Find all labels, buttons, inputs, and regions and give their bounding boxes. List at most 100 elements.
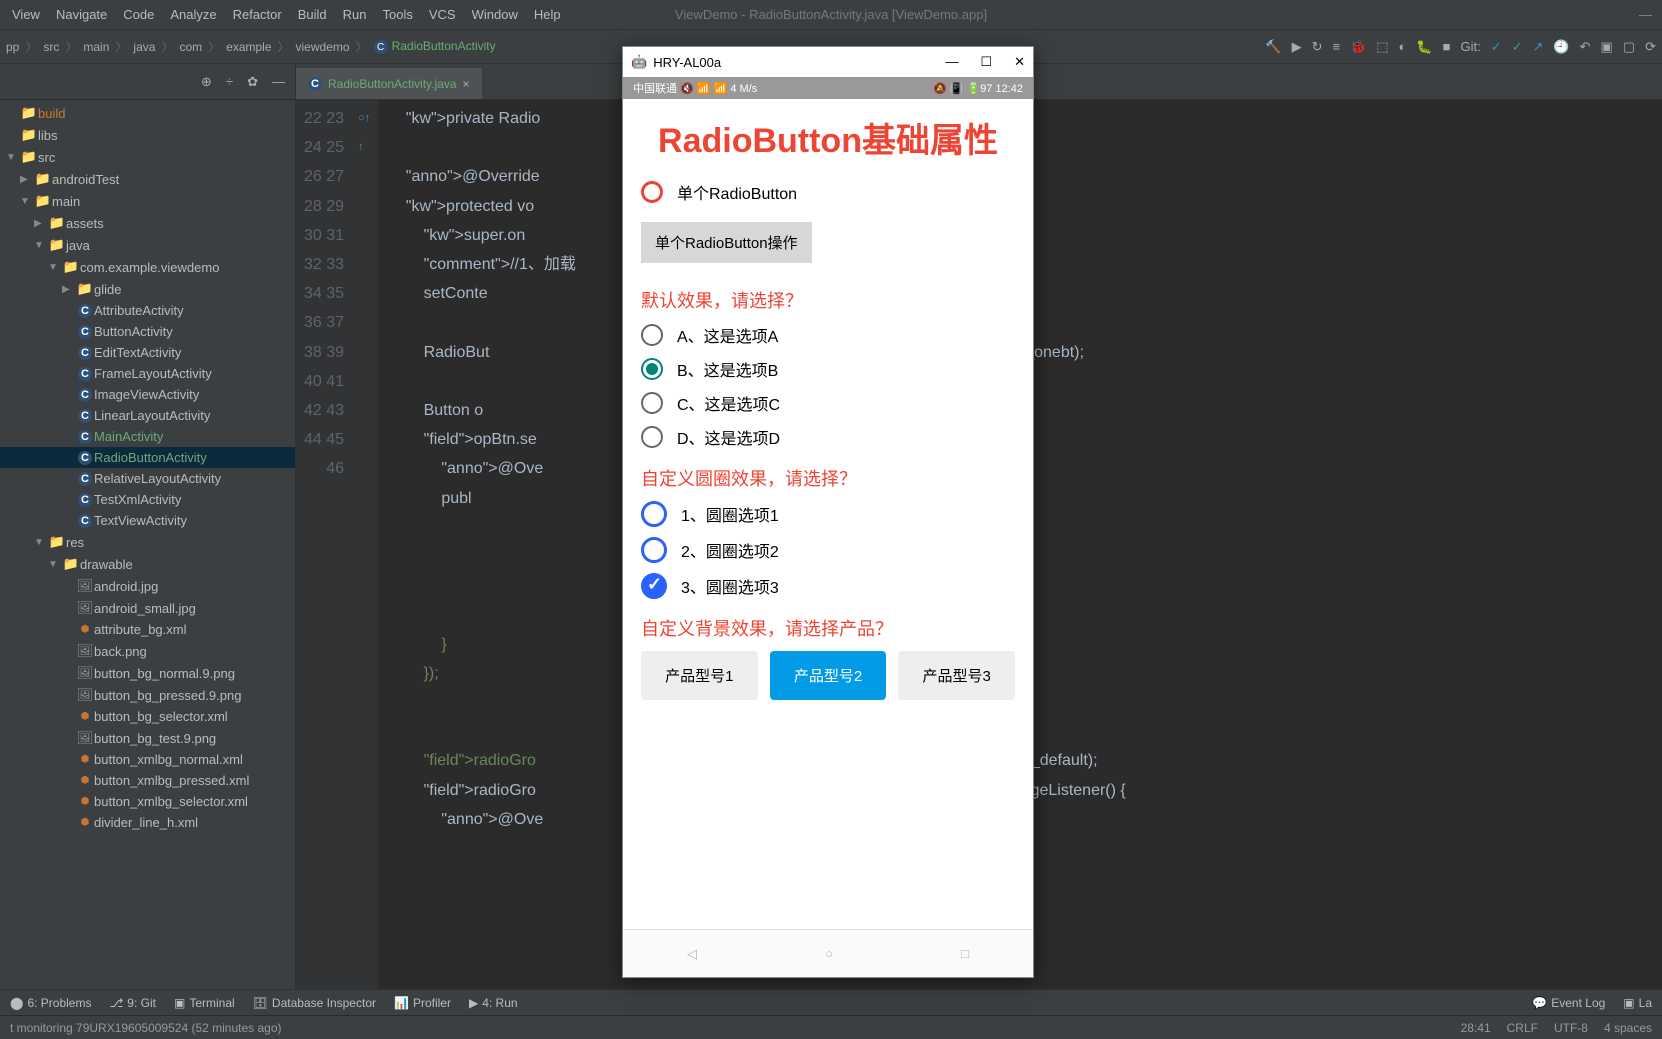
git-push-icon[interactable]: ↗ <box>1533 39 1544 55</box>
tree-item[interactable]: 📁build <box>0 102 295 124</box>
encoding[interactable]: UTF-8 <box>1554 1021 1588 1035</box>
minimize-icon[interactable]: — <box>945 54 958 70</box>
tree-item[interactable]: ⬢button_xmlbg_pressed.xml <box>0 770 295 791</box>
tree-item[interactable]: 🖼button_bg_pressed.9.png <box>0 684 295 706</box>
home-icon[interactable]: ○ <box>825 946 833 961</box>
event-log[interactable]: 💬 Event Log <box>1532 996 1605 1010</box>
tree-item[interactable]: CTestXmlActivity <box>0 489 295 510</box>
settings-icon[interactable]: ✿ <box>247 74 258 90</box>
crumb-active[interactable]: CRadioButtonActivity <box>374 39 496 55</box>
tree-item[interactable]: CMainActivity <box>0 426 295 447</box>
debug-icon[interactable]: ≡ <box>1332 39 1340 54</box>
tree-item[interactable]: ▼📁com.example.viewdemo <box>0 256 295 278</box>
coverage-icon[interactable]: ◐ <box>1399 39 1407 54</box>
option-d[interactable]: D、这是选项D <box>641 425 1015 449</box>
tree-item[interactable]: 🖼back.png <box>0 640 295 662</box>
tree-item[interactable]: ▼📁java <box>0 234 295 256</box>
menu-build[interactable]: Build <box>290 7 335 22</box>
run-icon[interactable]: ▶ <box>1292 39 1302 55</box>
tree-item[interactable]: CRelativeLayoutActivity <box>0 468 295 489</box>
crumb[interactable]: example <box>226 40 271 54</box>
tree-item[interactable]: ⬢button_xmlbg_selector.xml <box>0 791 295 812</box>
product-2[interactable]: 产品型号2 <box>770 651 887 700</box>
menu-help[interactable]: Help <box>526 7 569 22</box>
tool-terminal[interactable]: ▣ Terminal <box>174 996 235 1010</box>
menu-refactor[interactable]: Refactor <box>225 7 290 22</box>
circle-option-2[interactable]: 2、圆圈选项2 <box>641 537 1015 563</box>
tree-item[interactable]: ⬢button_xmlbg_normal.xml <box>0 749 295 770</box>
bug-icon[interactable]: 🐞 <box>1350 39 1366 55</box>
minimize-icon[interactable]: — <box>1639 7 1652 22</box>
hammer-icon[interactable]: 🔨 <box>1265 39 1281 55</box>
tool-git[interactable]: ⎇ 9: Git <box>109 996 156 1010</box>
stop-icon[interactable]: ■ <box>1443 39 1451 54</box>
tool-problems[interactable]: ⬤ 6: Problems <box>10 996 91 1010</box>
crumb[interactable]: viewdemo <box>296 40 350 54</box>
tree-item[interactable]: 🖼button_bg_test.9.png <box>0 727 295 749</box>
layout-inspector[interactable]: ▣ La <box>1623 996 1652 1010</box>
tree-item[interactable]: ▶📁assets <box>0 212 295 234</box>
indent[interactable]: 4 spaces <box>1604 1021 1652 1035</box>
crumb[interactable]: pp <box>6 40 19 54</box>
tool-profiler[interactable]: 📊 Profiler <box>394 996 451 1010</box>
tree-item[interactable]: CAttributeActivity <box>0 300 295 321</box>
menu-run[interactable]: Run <box>335 7 375 22</box>
tree-item[interactable]: ⬢attribute_bg.xml <box>0 619 295 640</box>
menu-navigate[interactable]: Navigate <box>48 7 115 22</box>
tree-item[interactable]: CButtonActivity <box>0 321 295 342</box>
project-tree[interactable]: 📁build 📁libs▼📁src▶📁androidTest▼📁main▶📁as… <box>0 100 295 989</box>
tree-item[interactable]: ▼📁res <box>0 531 295 553</box>
close-icon[interactable]: × <box>463 77 470 91</box>
option-a[interactable]: A、这是选项A <box>641 323 1015 347</box>
collapse-icon[interactable]: ÷ <box>226 74 233 89</box>
tree-item[interactable]: ▼📁src <box>0 146 295 168</box>
tree-item[interactable]: ▼📁drawable <box>0 553 295 575</box>
attach-icon[interactable]: 🐛 <box>1416 39 1432 55</box>
git-update-icon[interactable]: ✓ <box>1491 39 1502 55</box>
sync-icon[interactable]: ⟳ <box>1645 39 1656 55</box>
menu-view[interactable]: View <box>4 7 48 22</box>
profile-icon[interactable]: ⬚ <box>1376 39 1388 55</box>
crumb[interactable]: java <box>133 40 155 54</box>
tree-item[interactable]: 📁libs <box>0 124 295 146</box>
maximize-icon[interactable]: ☐ <box>980 54 992 70</box>
rerun-icon[interactable]: ↻ <box>1312 39 1323 55</box>
line-sep[interactable]: CRLF <box>1507 1021 1538 1035</box>
tree-item[interactable]: ⬢button_bg_selector.xml <box>0 706 295 727</box>
option-b[interactable]: B、这是选项B <box>641 357 1015 381</box>
git-history-icon[interactable]: 🕘 <box>1553 39 1569 55</box>
menu-analyze[interactable]: Analyze <box>162 7 224 22</box>
tree-item[interactable]: CImageViewActivity <box>0 384 295 405</box>
git-revert-icon[interactable]: ↶ <box>1580 39 1591 55</box>
menu-code[interactable]: Code <box>115 7 162 22</box>
tree-item[interactable]: CEditTextActivity <box>0 342 295 363</box>
single-radiobutton[interactable]: 单个RadioButton <box>641 180 1015 204</box>
tree-item[interactable]: ▼📁main <box>0 190 295 212</box>
single-rb-button[interactable]: 单个RadioButton操作 <box>641 222 812 263</box>
tree-item[interactable]: CLinearLayoutActivity <box>0 405 295 426</box>
target-icon[interactable]: ⊕ <box>201 74 212 90</box>
option-c[interactable]: C、这是选项C <box>641 391 1015 415</box>
tree-item[interactable]: ⬢divider_line_h.xml <box>0 812 295 833</box>
hide-icon[interactable]: — <box>272 74 285 89</box>
tree-item[interactable]: ▶📁androidTest <box>0 168 295 190</box>
recent-icon[interactable]: □ <box>961 946 969 961</box>
tree-item[interactable]: 🖼button_bg_normal.9.png <box>0 662 295 684</box>
circle-option-3[interactable]: 3、圆圈选项3 <box>641 573 1015 599</box>
tree-item[interactable]: 🖼android.jpg <box>0 575 295 597</box>
tool-run[interactable]: ▶ 4: Run <box>469 996 518 1010</box>
crumb[interactable]: com <box>179 40 202 54</box>
tree-item[interactable]: CFrameLayoutActivity <box>0 363 295 384</box>
product-3[interactable]: 产品型号3 <box>898 651 1015 700</box>
tree-item[interactable]: 🖼android_small.jpg <box>0 597 295 619</box>
crumb[interactable]: main <box>83 40 109 54</box>
git-commit-icon[interactable]: ✓ <box>1512 39 1523 55</box>
tree-item[interactable]: CRadioButtonActivity <box>0 447 295 468</box>
sdk-icon[interactable]: ▢ <box>1623 39 1635 55</box>
back-icon[interactable]: ◁ <box>687 946 697 962</box>
tree-item[interactable]: CTextViewActivity <box>0 510 295 531</box>
close-icon[interactable]: ✕ <box>1014 54 1025 70</box>
menu-window[interactable]: Window <box>464 7 526 22</box>
crumb[interactable]: src <box>43 40 59 54</box>
product-1[interactable]: 产品型号1 <box>641 651 758 700</box>
